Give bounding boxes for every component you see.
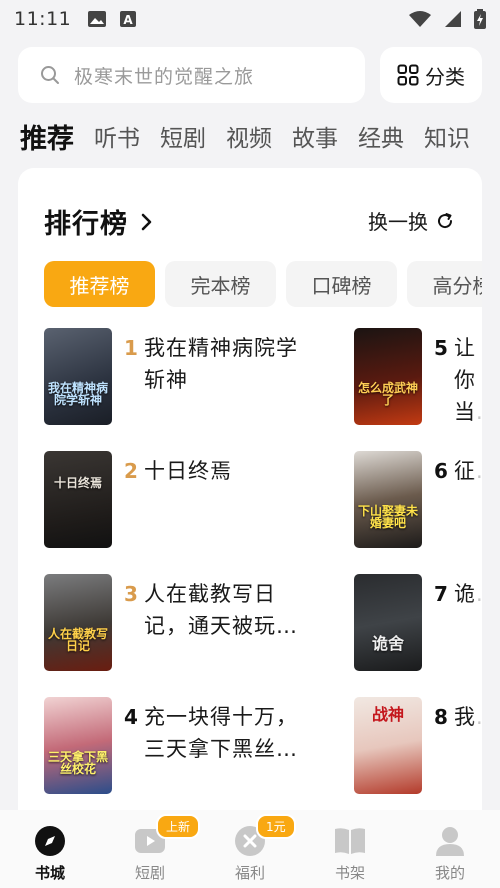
cover-text: 人在截教写日记: [48, 626, 109, 654]
nav-label: 福利: [234, 864, 265, 882]
refresh-button[interactable]: 换一换: [368, 206, 454, 235]
search-icon: [41, 66, 59, 84]
gallery-icon: [88, 11, 107, 27]
book-cover: 十日终焉: [44, 451, 112, 548]
nav-profile[interactable]: 我的: [400, 810, 500, 888]
cover-text: 怎么成武神了: [358, 380, 419, 408]
rank-tab-high-score[interactable]: 高分榜: [407, 261, 482, 307]
book-title: 充一块得十万，三天拿下黑丝…: [144, 705, 298, 761]
rank-tab-completed[interactable]: 完本榜: [165, 261, 276, 307]
list-item[interactable]: 人在截教写日记 3 人在截教写日记，通天被玩…: [44, 574, 304, 671]
cover-text: 下山娶妻未婚妻吧: [358, 503, 419, 531]
book-title: 我在精神病院学斩神: [144, 336, 298, 392]
rank-number: 7: [434, 582, 448, 606]
list-item[interactable]: 战神 8 我…: [354, 697, 482, 794]
nav-label: 书城: [34, 864, 65, 882]
chevron-right-icon: [141, 213, 152, 230]
book-cover: 人在截教写日记: [44, 574, 112, 671]
cover-text: 战神: [371, 705, 404, 724]
compass-icon: [33, 824, 67, 858]
tab-video[interactable]: 视频: [226, 119, 272, 153]
refresh-icon: [438, 212, 453, 228]
rank-number: 3: [124, 582, 138, 606]
nav-label: 我的: [434, 864, 465, 882]
nav-bookshelf[interactable]: 书架: [300, 810, 400, 888]
top-tabs: 推荐 听书 短剧 视频 故事 经典 知识: [20, 112, 500, 160]
nav-welfare[interactable]: 福利 1元: [200, 810, 300, 888]
nav-label: 书架: [334, 864, 365, 882]
ranking-card: 排行榜 换一换 推荐榜 完本榜 口碑榜 高分榜 我在精神病院学斩神 1 我在精神…: [18, 168, 482, 888]
cover-text: 三天拿下黑丝校花: [48, 749, 109, 777]
cover-text: 我在精神病院学斩神: [48, 380, 109, 408]
status-time: 11:11: [14, 8, 72, 30]
scroll-fade: [472, 318, 482, 878]
rank-tab-reputation[interactable]: 口碑榜: [286, 261, 397, 307]
tab-story[interactable]: 故事: [292, 119, 338, 153]
price-badge: 1元: [256, 814, 296, 839]
book-cover: 战神: [354, 697, 422, 794]
book-title: 十日终焉: [144, 459, 232, 483]
tab-knowledge[interactable]: 知识: [424, 119, 470, 153]
status-bar: 11:11 A: [0, 0, 500, 38]
font-icon: A: [120, 11, 137, 27]
signal-icon: [445, 11, 461, 27]
rank-number: 8: [434, 705, 448, 729]
book-cover: 怎么成武神了: [354, 328, 422, 425]
book-cover: 我在精神病院学斩神: [44, 328, 112, 425]
search-placeholder: 极寒末世的觉醒之旅: [74, 65, 255, 88]
ranking-title: 排行榜: [44, 209, 128, 240]
tab-short-drama[interactable]: 短剧: [160, 119, 206, 153]
bottom-nav: 书城 短剧 上新 福利 1元 书架 我的: [0, 810, 500, 888]
cover-text: 诡舍: [371, 634, 404, 654]
book-cover: 诡舍: [354, 574, 422, 671]
search-input[interactable]: 极寒末世的觉醒之旅: [18, 47, 365, 103]
rank-number: 2: [124, 459, 138, 483]
grid-icon: [397, 64, 419, 86]
wifi-icon: [409, 11, 431, 27]
list-item[interactable]: 我在精神病院学斩神 1 我在精神病院学斩神: [44, 328, 304, 425]
list-item[interactable]: 怎么成武神了 5 让你当…: [354, 328, 482, 428]
svg-text:A: A: [124, 13, 134, 27]
book-open-icon: [333, 824, 367, 858]
nav-short-drama[interactable]: 短剧 上新: [100, 810, 201, 888]
person-icon: [433, 824, 467, 858]
rank-tab-recommend[interactable]: 推荐榜: [44, 261, 155, 307]
rank-number: 4: [124, 705, 138, 729]
rank-number: 5: [434, 336, 448, 360]
rank-number: 1: [124, 336, 138, 360]
list-item[interactable]: 下山娶妻未婚妻吧 6 征…: [354, 451, 482, 548]
book-title: 人在截教写日记，通天被玩…: [144, 582, 298, 638]
category-button[interactable]: 分类: [380, 47, 482, 103]
rank-number: 6: [434, 459, 448, 483]
list-item[interactable]: 诡舍 7 诡…: [354, 574, 482, 671]
category-label: 分类: [425, 64, 465, 89]
book-cover: 三天拿下黑丝校花: [44, 697, 112, 794]
ranking-header[interactable]: 排行榜: [44, 202, 154, 241]
refresh-label: 换一换: [368, 210, 428, 234]
tab-classic[interactable]: 经典: [358, 119, 404, 153]
list-item[interactable]: 十日终焉 2 十日终焉: [44, 451, 304, 548]
book-cover: 下山娶妻未婚妻吧: [354, 451, 422, 548]
nav-label: 短剧: [134, 864, 165, 882]
battery-icon: [474, 9, 486, 29]
nav-bookstore[interactable]: 书城: [0, 810, 100, 888]
ranking-tabs: 推荐榜 完本榜 口碑榜 高分榜: [44, 261, 482, 307]
new-badge: 上新: [156, 814, 201, 839]
list-item[interactable]: 三天拿下黑丝校花 4 充一块得十万，三天拿下黑丝…: [44, 697, 304, 794]
tab-recommend[interactable]: 推荐: [20, 117, 74, 156]
cover-text: 十日终焉: [53, 476, 102, 490]
tab-audiobook[interactable]: 听书: [94, 119, 140, 153]
